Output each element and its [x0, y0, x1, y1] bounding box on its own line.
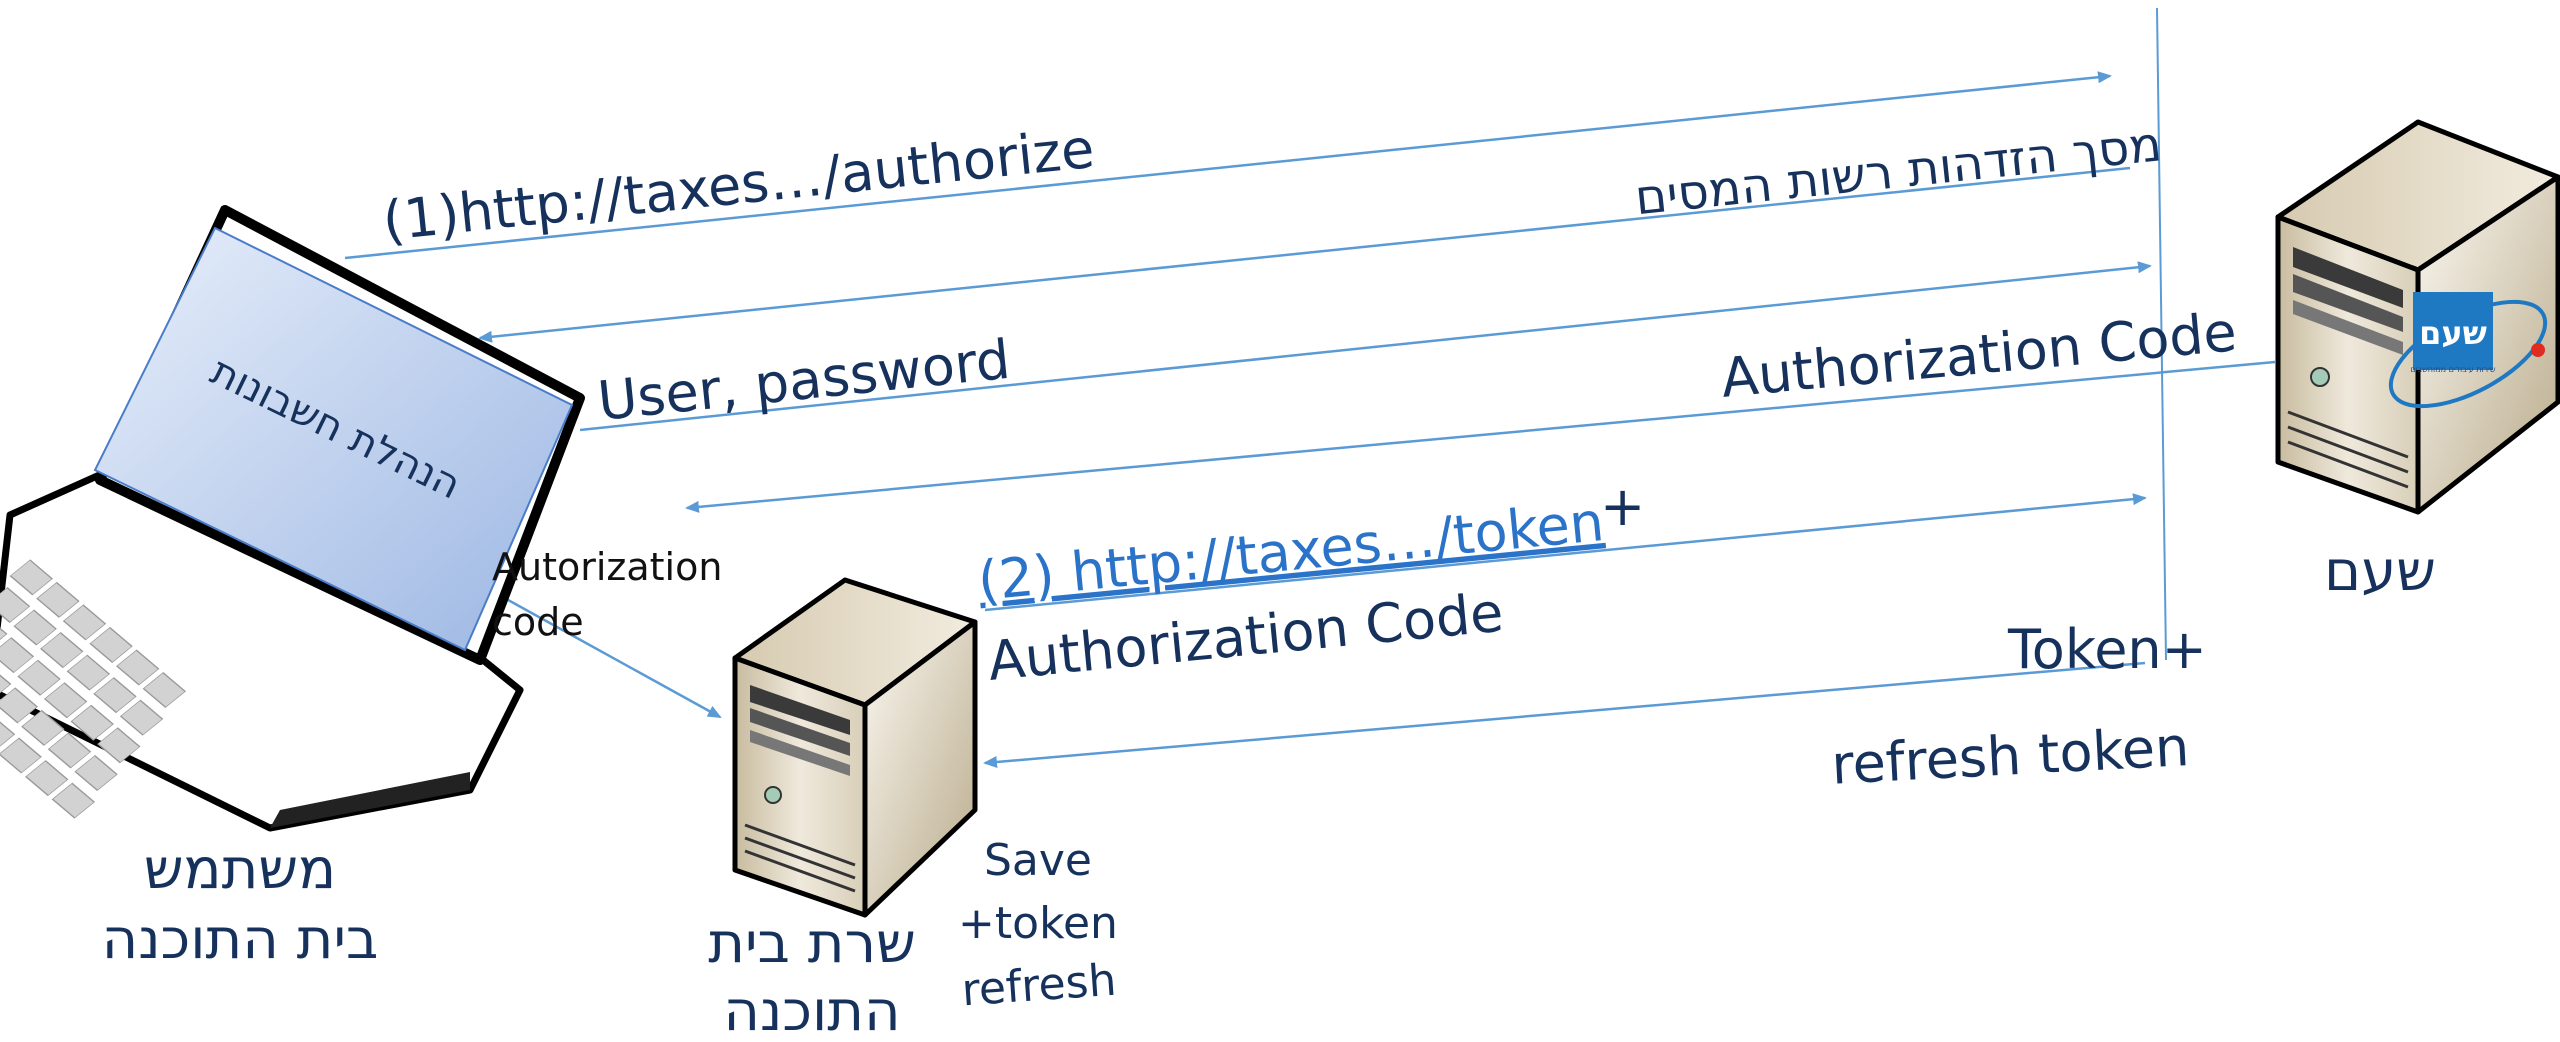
- laptop-icon: הנהלת חשבונות: [0, 205, 585, 832]
- logo-tagline: שירות עיבודים ממוחשבים: [2410, 365, 2496, 374]
- save-label-line3: refresh: [960, 955, 1118, 1017]
- server-icon: שעם שירות עיבודים ממוחשבים: [2275, 119, 2560, 515]
- plus-sign: +: [1600, 475, 1645, 538]
- authorization-code-label: Authorization Code: [1719, 300, 2240, 410]
- autorization-code-line2: code: [492, 600, 584, 644]
- step2-url-label: (2) http://taxes…/token: [975, 490, 1606, 613]
- refresh-token-label: refresh token: [1830, 715, 2191, 797]
- autorization-code-line1: Autorization: [492, 545, 722, 589]
- token-plus-label: Token+: [2007, 618, 2207, 681]
- user-label-line2: בית התוכנה: [102, 907, 379, 972]
- oauth-flow-diagram: הנהלת חשבונות שעם שירות עיבודים ממוחשבים…: [0, 7, 2560, 1042]
- step1-url-label: (1)http://taxes…/authorize: [380, 117, 1097, 253]
- server-label-line2: התוכנה: [723, 979, 900, 1042]
- server-label-line1: שרת בית: [708, 911, 916, 976]
- save-label-line1: Save: [984, 835, 1092, 886]
- server-icon: [732, 577, 978, 918]
- tax-login-screen-label: מסך הזדהות רשות המסים: [1632, 116, 2164, 226]
- save-label-line2: +token: [958, 898, 1118, 949]
- user-password-label: User, password: [595, 328, 1013, 433]
- user-label-line1: משתמש: [144, 837, 336, 902]
- logo-brand: שעם: [2419, 314, 2487, 352]
- shaam-label: שעם: [2324, 539, 2436, 604]
